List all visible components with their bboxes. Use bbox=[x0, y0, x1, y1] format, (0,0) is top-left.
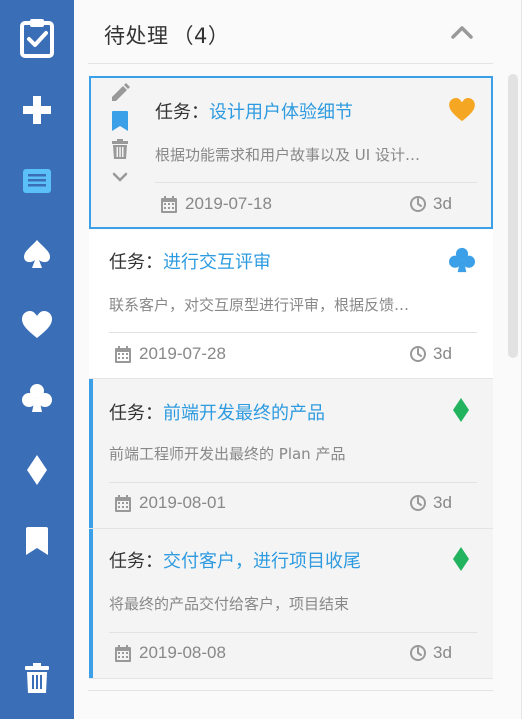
spade-icon[interactable] bbox=[0, 238, 74, 270]
card-divider bbox=[109, 482, 477, 483]
scrollbar-thumb[interactable] bbox=[508, 74, 518, 358]
bottom-divider bbox=[88, 690, 493, 691]
card-accent-bar bbox=[89, 529, 93, 678]
card-estimate-text: 3d bbox=[433, 344, 452, 363]
trash-icon[interactable] bbox=[109, 138, 131, 160]
diamond-icon bbox=[453, 547, 469, 571]
header-divider bbox=[88, 63, 493, 64]
panel-title: 待处理 （4） bbox=[104, 20, 229, 50]
card-title-name[interactable]: 设计用户体验细节 bbox=[209, 102, 353, 123]
plus-icon[interactable] bbox=[0, 94, 74, 126]
chevron-up-icon bbox=[451, 26, 473, 39]
card-estimate: 3d bbox=[409, 643, 452, 663]
clock-icon bbox=[410, 495, 426, 511]
card-description: 根据功能需求和用户故事以及 UI 设计… bbox=[155, 146, 420, 164]
bookmark-icon[interactable] bbox=[109, 110, 131, 132]
card-title-prefix: 任务： bbox=[109, 551, 163, 572]
card-date: 2019-07-28 bbox=[115, 344, 226, 364]
calendar-icon bbox=[115, 644, 131, 662]
club-icon bbox=[449, 247, 475, 273]
card-accent-bar bbox=[89, 379, 93, 528]
list-icon[interactable] bbox=[0, 166, 74, 196]
card-description: 前端工程师开发出最终的 Plan 产品 bbox=[109, 445, 346, 463]
card-title-name[interactable]: 进行交互评审 bbox=[163, 252, 271, 273]
heart-icon bbox=[449, 98, 475, 122]
task-card[interactable]: 任务：进行交互评审 联系客户，对交互原型进行评审，根据反馈… 2019-07-2… bbox=[89, 230, 493, 379]
chevron-down-icon[interactable] bbox=[109, 166, 131, 188]
card-date-text: 2019-07-28 bbox=[139, 344, 226, 363]
card-title: 任务：交付客户，进行项目收尾 bbox=[109, 547, 361, 573]
card-actions bbox=[109, 82, 131, 194]
card-date-text: 2019-08-01 bbox=[139, 493, 226, 512]
pending-panel: 待处理 （4） 任务：设计用户体验细节 根据功能需求和用户故事以及 UI 设计…… bbox=[74, 0, 522, 719]
panel-title-text: 待处理 bbox=[104, 24, 169, 48]
card-estimate-text: 3d bbox=[433, 194, 452, 213]
collapse-button[interactable] bbox=[450, 22, 474, 42]
card-divider bbox=[109, 632, 477, 633]
card-estimate: 3d bbox=[409, 194, 452, 214]
clock-icon bbox=[410, 196, 426, 212]
task-card[interactable]: 任务：前端开发最终的产品 前端工程师开发出最终的 Plan 产品 2019-08… bbox=[89, 379, 493, 529]
card-description: 将最终的产品交付给客户，项目结束 bbox=[109, 595, 350, 613]
task-card[interactable]: 任务：设计用户体验细节 根据功能需求和用户故事以及 UI 设计… 2019-07… bbox=[89, 76, 493, 229]
bookmark-icon[interactable] bbox=[0, 526, 74, 556]
diamond-icon[interactable] bbox=[0, 454, 74, 486]
card-title-name[interactable]: 前端开发最终的产品 bbox=[163, 403, 325, 424]
trash-icon[interactable] bbox=[0, 662, 74, 694]
card-title-name[interactable]: 交付客户，进行项目收尾 bbox=[163, 551, 361, 572]
card-divider bbox=[109, 332, 477, 333]
panel-count: （4） bbox=[172, 24, 230, 48]
card-date-text: 2019-07-18 bbox=[185, 194, 272, 213]
card-date: 2019-08-01 bbox=[115, 493, 226, 513]
card-date: 2019-08-08 bbox=[115, 643, 226, 663]
calendar-icon bbox=[115, 494, 131, 512]
card-date-text: 2019-08-08 bbox=[139, 643, 226, 662]
sidebar bbox=[0, 0, 74, 719]
clock-icon bbox=[410, 346, 426, 362]
card-description: 联系客户，对交互原型进行评审，根据反馈… bbox=[109, 296, 410, 314]
task-card[interactable]: 任务：交付客户，进行项目收尾 将最终的产品交付给客户，项目结束 2019-08-… bbox=[89, 529, 493, 679]
club-icon[interactable] bbox=[0, 382, 74, 414]
heart-icon[interactable] bbox=[0, 310, 74, 340]
card-estimate: 3d bbox=[409, 493, 452, 513]
card-title: 任务：前端开发最终的产品 bbox=[109, 399, 325, 425]
card-divider bbox=[155, 182, 477, 183]
diamond-icon bbox=[453, 398, 469, 422]
calendar-icon bbox=[115, 345, 131, 363]
calendar-icon bbox=[161, 195, 177, 213]
card-title: 任务：设计用户体验细节 bbox=[155, 98, 353, 124]
panel-header: 待处理 （4） bbox=[74, 0, 522, 64]
clock-icon bbox=[410, 645, 426, 661]
card-title-prefix: 任务： bbox=[109, 252, 163, 273]
card-title-prefix: 任务： bbox=[155, 102, 209, 123]
card-estimate-text: 3d bbox=[433, 493, 452, 512]
card-title: 任务：进行交互评审 bbox=[109, 248, 271, 274]
card-date: 2019-07-18 bbox=[161, 194, 272, 214]
edit-icon[interactable] bbox=[109, 82, 131, 104]
card-title-prefix: 任务： bbox=[109, 403, 163, 424]
clipboard-check-icon[interactable] bbox=[0, 16, 74, 60]
card-estimate-text: 3d bbox=[433, 643, 452, 662]
card-estimate: 3d bbox=[409, 344, 452, 364]
